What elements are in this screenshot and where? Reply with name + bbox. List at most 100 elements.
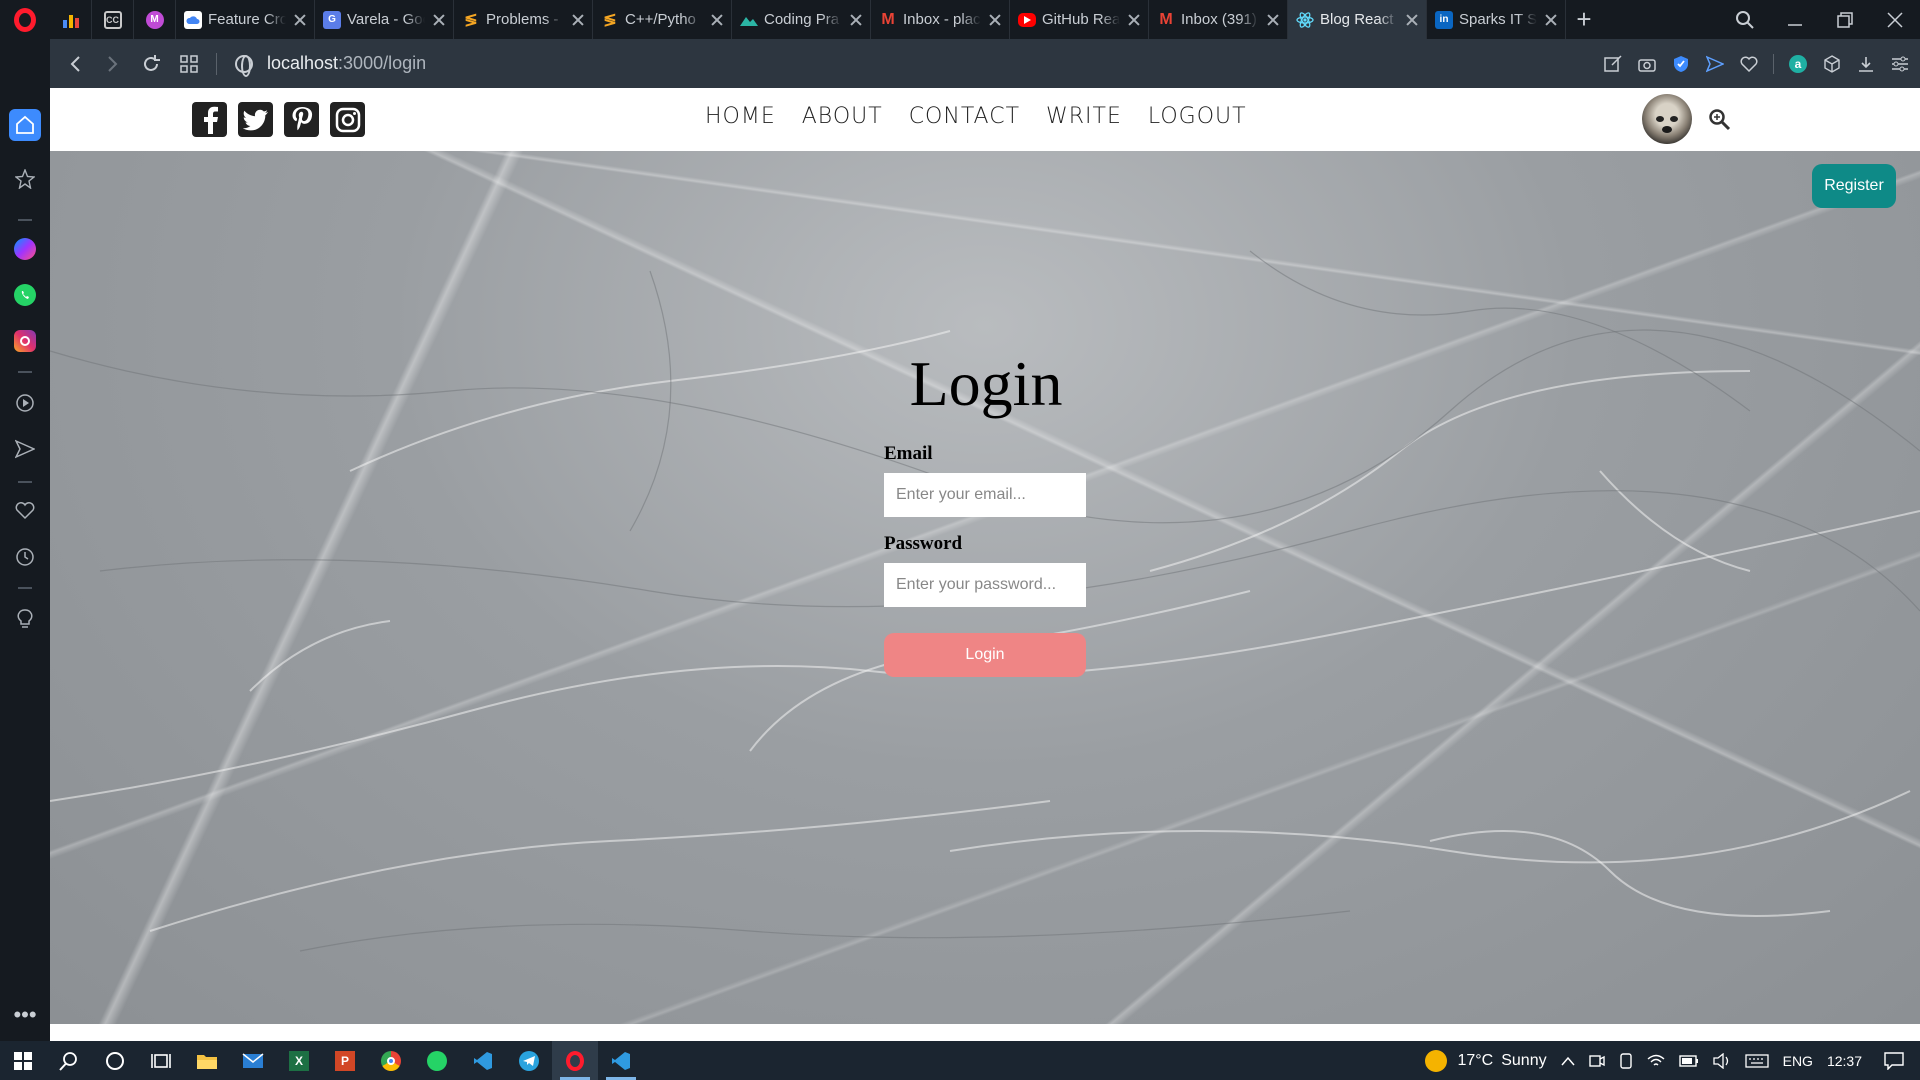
meet-now-icon[interactable] bbox=[1588, 1053, 1605, 1069]
wifi-icon[interactable] bbox=[1647, 1054, 1665, 1068]
url-field[interactable]: localhost:3000/login bbox=[235, 53, 426, 77]
tab-pinned-cc[interactable]: CC bbox=[92, 0, 134, 39]
facebook-icon[interactable] bbox=[192, 102, 227, 137]
tab-pinned-analytics[interactable] bbox=[50, 0, 92, 39]
close-tab-icon[interactable] bbox=[1126, 12, 1142, 28]
user-avatar[interactable] bbox=[1642, 94, 1692, 144]
player-icon[interactable] bbox=[9, 387, 41, 419]
close-window-button[interactable] bbox=[1870, 0, 1920, 39]
battery-icon[interactable] bbox=[1678, 1054, 1699, 1067]
search-icon[interactable] bbox=[46, 1041, 92, 1080]
opera-taskbar-icon[interactable] bbox=[552, 1041, 598, 1080]
close-tab-icon[interactable] bbox=[987, 12, 1003, 28]
tab-varela-fonts[interactable]: G Varela - Goo bbox=[315, 0, 454, 39]
send-icon[interactable] bbox=[1705, 54, 1725, 74]
touch-keyboard-icon[interactable] bbox=[1744, 1053, 1769, 1068]
vscode-taskbar-active-icon[interactable] bbox=[598, 1041, 644, 1080]
volume-icon[interactable] bbox=[1712, 1052, 1731, 1069]
snap-edit-icon[interactable] bbox=[1603, 54, 1623, 74]
opera-menu-icon[interactable] bbox=[0, 0, 50, 39]
tab-blog-react[interactable]: Blog React bbox=[1288, 0, 1427, 39]
pinterest-icon[interactable] bbox=[284, 102, 319, 137]
register-button[interactable]: Register bbox=[1812, 164, 1896, 208]
heart-icon[interactable] bbox=[1739, 54, 1759, 74]
tab-title: C++/Pytho bbox=[625, 11, 696, 28]
notifications-icon[interactable] bbox=[1884, 1051, 1904, 1070]
download-icon[interactable] bbox=[1856, 54, 1876, 74]
reload-button[interactable] bbox=[132, 45, 170, 83]
back-button[interactable] bbox=[56, 45, 94, 83]
tab-search-icon[interactable] bbox=[1720, 0, 1770, 39]
tab-pinned-m[interactable]: M bbox=[134, 0, 176, 39]
easy-setup-icon[interactable] bbox=[1890, 54, 1910, 74]
weather-widget[interactable]: 17°C Sunny bbox=[1425, 1049, 1547, 1072]
language-indicator[interactable]: ENG bbox=[1783, 1053, 1813, 1069]
menu-contact-link[interactable]: CONTACT bbox=[909, 104, 1020, 129]
tab-feature-crowdfunding[interactable]: Feature Cro bbox=[176, 0, 315, 39]
camera-icon[interactable] bbox=[1637, 54, 1657, 74]
tab-github-react[interactable]: GitHub Rea bbox=[1010, 0, 1149, 39]
aria-icon[interactable]: a bbox=[1788, 54, 1808, 74]
tab-gmail-inbox-391[interactable]: M Inbox (391) bbox=[1149, 0, 1288, 39]
telegram-icon[interactable] bbox=[506, 1041, 552, 1080]
menu-home-link[interactable]: HOME bbox=[705, 104, 776, 129]
send-flow-icon[interactable] bbox=[9, 433, 41, 465]
home-icon[interactable] bbox=[9, 109, 41, 141]
mail-icon[interactable] bbox=[230, 1041, 276, 1080]
windows-taskbar: X P 17°C Sunny ENG 12:37 bbox=[0, 1041, 1920, 1080]
file-explorer-icon[interactable] bbox=[184, 1041, 230, 1080]
youtube-icon bbox=[1018, 12, 1036, 27]
menu-about-link[interactable]: ABOUT bbox=[802, 104, 883, 129]
lightbulb-icon[interactable] bbox=[9, 603, 41, 635]
weather-text: Sunny bbox=[1501, 1051, 1547, 1069]
speed-dial-icon[interactable] bbox=[9, 163, 41, 195]
system-tray: 17°C Sunny ENG 12:37 bbox=[1425, 1041, 1920, 1080]
messenger-icon[interactable] bbox=[9, 233, 41, 265]
tab-sparks-it[interactable]: in Sparks IT So bbox=[1427, 0, 1566, 39]
forward-button[interactable] bbox=[94, 45, 132, 83]
close-tab-icon[interactable] bbox=[570, 12, 586, 28]
login-button[interactable]: Login bbox=[884, 633, 1086, 677]
restore-button[interactable] bbox=[1820, 0, 1870, 39]
task-view-icon[interactable] bbox=[138, 1041, 184, 1080]
twitter-icon[interactable] bbox=[238, 102, 273, 137]
close-tab-icon[interactable] bbox=[1543, 12, 1559, 28]
tab-problems[interactable]: ≶ Problems - bbox=[454, 0, 593, 39]
minimize-button[interactable] bbox=[1770, 0, 1820, 39]
more-options-icon[interactable]: ••• bbox=[9, 999, 41, 1031]
email-input[interactable]: Enter your email... bbox=[884, 473, 1086, 517]
new-tab-button[interactable]: + bbox=[1566, 0, 1602, 39]
close-tab-icon[interactable] bbox=[709, 12, 725, 28]
tab-overview-icon[interactable] bbox=[170, 45, 208, 83]
clock[interactable]: 12:37 bbox=[1827, 1053, 1862, 1069]
tab-gmail-inbox[interactable]: M Inbox - plac bbox=[871, 0, 1010, 39]
close-tab-icon[interactable] bbox=[292, 12, 308, 28]
menu-logout-link[interactable]: LOGOUT bbox=[1148, 104, 1247, 129]
password-input[interactable]: Enter your password... bbox=[884, 563, 1086, 607]
cortana-icon[interactable] bbox=[92, 1041, 138, 1080]
tab-cpp-python[interactable]: ≶ C++/Pytho bbox=[593, 0, 732, 39]
menu-write-link[interactable]: WRITE bbox=[1046, 104, 1122, 129]
chrome-icon[interactable] bbox=[368, 1041, 414, 1080]
powerpoint-icon[interactable]: P bbox=[322, 1041, 368, 1080]
tab-coding-practice[interactable]: Coding Pra bbox=[732, 0, 871, 39]
instagram-icon[interactable] bbox=[9, 325, 41, 357]
close-tab-icon[interactable] bbox=[1265, 12, 1281, 28]
instagram-icon[interactable] bbox=[330, 102, 365, 137]
device-icon[interactable] bbox=[1619, 1052, 1633, 1069]
windows-start-icon[interactable] bbox=[0, 1041, 46, 1080]
close-tab-icon[interactable] bbox=[431, 12, 447, 28]
search-icon[interactable] bbox=[1708, 108, 1732, 132]
history-clock-icon[interactable] bbox=[9, 541, 41, 573]
close-tab-icon[interactable] bbox=[1404, 12, 1420, 28]
vscode-icon[interactable] bbox=[460, 1041, 506, 1080]
bookmarks-heart-icon[interactable] bbox=[9, 495, 41, 527]
whatsapp-icon[interactable] bbox=[9, 279, 41, 311]
shield-icon[interactable] bbox=[1671, 54, 1691, 74]
extensions-cube-icon[interactable] bbox=[1822, 54, 1842, 74]
show-hidden-icons-chevron-icon[interactable] bbox=[1561, 1056, 1575, 1066]
whatsapp-icon[interactable] bbox=[414, 1041, 460, 1080]
close-tab-icon[interactable] bbox=[848, 12, 864, 28]
excel-icon[interactable]: X bbox=[276, 1041, 322, 1080]
gmail-icon: M bbox=[1159, 10, 1173, 28]
